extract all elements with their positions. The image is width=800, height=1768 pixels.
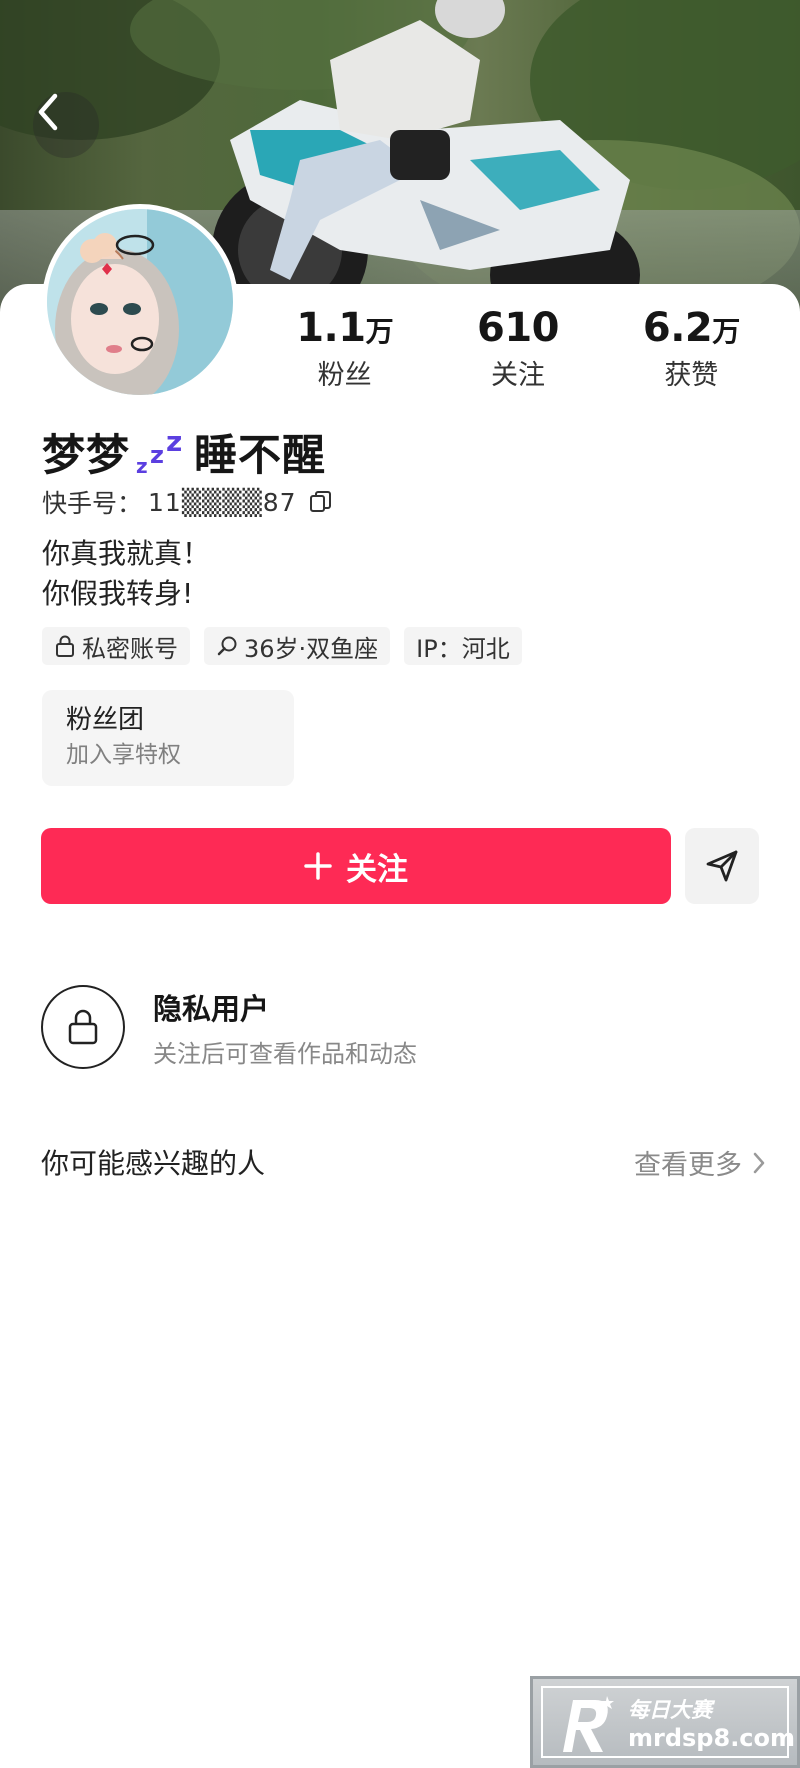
send-message-button[interactable] — [685, 828, 759, 904]
username-part2: 睡不醒 — [194, 431, 326, 481]
fans-group-card[interactable]: 粉丝团 加入享特权 — [42, 690, 294, 786]
stat-following[interactable]: 610 关注 — [431, 306, 604, 396]
watermark-cn: 每日大赛 — [628, 1698, 712, 1722]
avatar-photo — [47, 209, 233, 395]
search-icon — [217, 636, 237, 656]
tag-ip-label: IP：河北 — [416, 634, 510, 663]
copy-icon[interactable] — [309, 490, 333, 514]
watermark-logo-icon — [563, 1696, 614, 1752]
stat-followers[interactable]: 1.1万 粉丝 — [258, 306, 431, 396]
followers-unit: 万 — [365, 315, 394, 348]
lock-icon — [68, 1009, 98, 1045]
back-button[interactable] — [33, 92, 99, 158]
plus-icon — [304, 852, 332, 880]
see-more-link[interactable]: 查看更多 — [634, 1143, 766, 1182]
bio-line-2: 你假我转身! — [42, 577, 194, 610]
recommend-title: 你可能感兴趣的人 — [41, 1147, 266, 1180]
kuaishou-id-row: 快手号： 11▒▒▒▒87 — [42, 486, 333, 518]
followers-count: 1.1 — [296, 305, 366, 351]
svg-text:z: z — [136, 454, 148, 478]
followers-label: 粉丝 — [317, 360, 372, 391]
bio: 你真我就真！ 你假我转身! — [42, 534, 210, 614]
follow-button[interactable]: 关注 — [41, 828, 671, 904]
chevron-left-icon — [38, 93, 58, 131]
likes-label: 获赞 — [664, 360, 719, 391]
chevron-right-icon — [753, 1152, 765, 1173]
private-user-subtitle: 关注后可查看作品和动态 — [153, 1040, 417, 1068]
following-count: 610 — [476, 305, 560, 351]
fans-group-subtitle: 加入享特权 — [66, 742, 181, 768]
bio-line-1: 你真我就真！ — [42, 537, 211, 570]
follow-button-label: 关注 — [346, 851, 408, 888]
send-icon — [706, 850, 738, 882]
following-label: 关注 — [490, 360, 545, 391]
likes-count: 6.2 — [642, 305, 713, 351]
see-more-label: 查看更多 — [634, 1150, 742, 1181]
watermark: 每日大赛 mrdsp8.com — [530, 1676, 800, 1768]
avatar[interactable] — [42, 204, 238, 400]
stat-likes[interactable]: 6.2万 获赞 — [605, 306, 778, 396]
tag-ip-location: IP：河北 — [404, 627, 522, 665]
kuaishou-id-label: 快手号： — [42, 489, 143, 518]
lock-icon — [56, 635, 74, 657]
private-user-title: 隐私用户 — [153, 992, 270, 1026]
tag-age-label: 36岁·双鱼座 — [244, 634, 379, 663]
likes-unit: 万 — [712, 315, 740, 348]
svg-text:z: z — [150, 441, 164, 469]
watermark-en: mrdsp8.com — [628, 1724, 796, 1752]
fans-group-title: 粉丝团 — [66, 705, 145, 735]
stats-row: 1.1万 粉丝 610 关注 6.2万 获赞 — [258, 306, 778, 396]
kuaishou-id-value: 11▒▒▒▒87 — [148, 487, 297, 517]
svg-text:z: z — [166, 425, 182, 458]
username-row: 梦梦 z z z 睡不醒 — [42, 424, 326, 481]
username-part1: 梦梦 — [42, 431, 130, 481]
profile-tags: 私密账号 36岁·双鱼座 IP：河北 — [42, 627, 522, 665]
tag-private-account: 私密账号 — [42, 627, 190, 665]
watermark-frame: 每日大赛 mrdsp8.com — [541, 1686, 795, 1758]
zzz-sleep-icon: z z z — [136, 425, 182, 478]
tag-age-zodiac: 36岁·双鱼座 — [204, 627, 391, 665]
tag-private-label: 私密账号 — [82, 634, 178, 663]
private-lock-badge — [41, 985, 125, 1069]
